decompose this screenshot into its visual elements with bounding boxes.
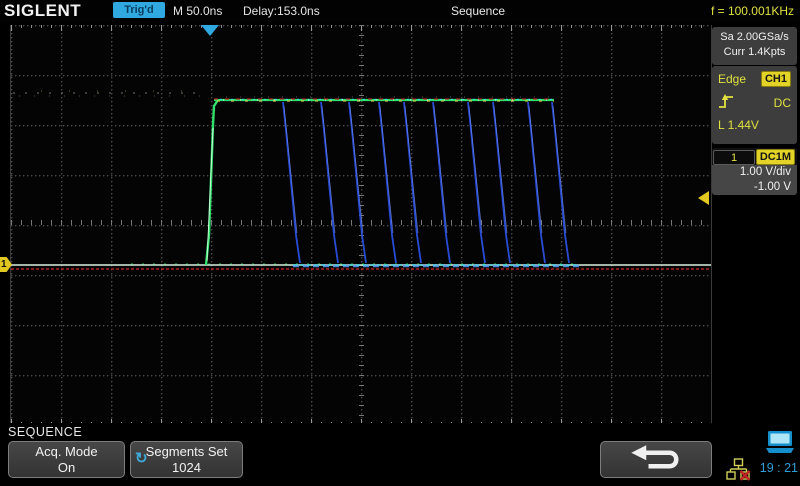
trigger-source-badge: CH1 (761, 71, 791, 87)
softkey-menu-bar: SEQUENCE Acq. Mode On ↻ Segments Set 102… (0, 423, 800, 480)
waveform-display (10, 25, 712, 427)
trigger-status-badge: Trig'd (113, 2, 165, 18)
segments-set-label: Segments Set (131, 444, 242, 460)
trigger-info-box: Edge CH1 DC L 1.44V (712, 66, 797, 144)
clock-readout: 19 : 21 (748, 461, 798, 475)
segments-set-value: 1024 (131, 460, 242, 476)
channel1-offset-readout: -1.00 V (712, 180, 797, 195)
menu-title: SEQUENCE (8, 425, 82, 439)
segments-set-button[interactable]: ↻ Segments Set 1024 (130, 441, 243, 478)
channel1-header-row: 1 DC1M (712, 148, 797, 165)
top-status-bar: SIGLENT Trig'd M 50.0ns Delay:153.0ns Se… (0, 0, 800, 22)
channel1-coupling-badge: DC1M (756, 149, 795, 165)
trigger-level-marker[interactable] (698, 191, 709, 205)
frequency-counter-readout: f = 100.001KHz (711, 4, 794, 18)
waveform-traces (11, 25, 711, 425)
rising-edge-icon (718, 93, 735, 112)
trigger-position-marker[interactable] (201, 25, 219, 36)
acq-mode-button[interactable]: Acq. Mode On (8, 441, 125, 478)
remote-display-icon[interactable] (764, 430, 796, 461)
timebase-readout: M 50.0ns (173, 4, 222, 18)
channel1-scale-readout: 1.00 V/div (712, 165, 797, 180)
sample-rate-readout: Sa 2.00GSa/s (712, 30, 797, 45)
return-arrow-icon (624, 443, 688, 477)
acquisition-info-box: Sa 2.00GSa/s Curr 1.4Kpts (712, 27, 797, 65)
memory-depth-readout: Curr 1.4Kpts (712, 45, 797, 60)
trigger-coupling-label: DC (774, 96, 791, 110)
adjust-knob-icon: ↻ (135, 451, 148, 467)
channel1-number-chip: 1 (713, 150, 755, 165)
channel1-info-box[interactable]: 1 DC1M 1.00 V/div -1.00 V (712, 148, 797, 195)
trigger-type-label: Edge (718, 72, 746, 86)
back-button[interactable] (600, 441, 712, 478)
acq-mode-value: On (9, 460, 124, 476)
trigger-level-readout: L 1.44V (718, 118, 759, 132)
siglent-logo: SIGLENT (4, 1, 81, 21)
trigger-delay-readout: Delay:153.0ns (243, 4, 320, 18)
page-title: Sequence (451, 4, 505, 18)
acq-mode-label: Acq. Mode (9, 444, 124, 460)
